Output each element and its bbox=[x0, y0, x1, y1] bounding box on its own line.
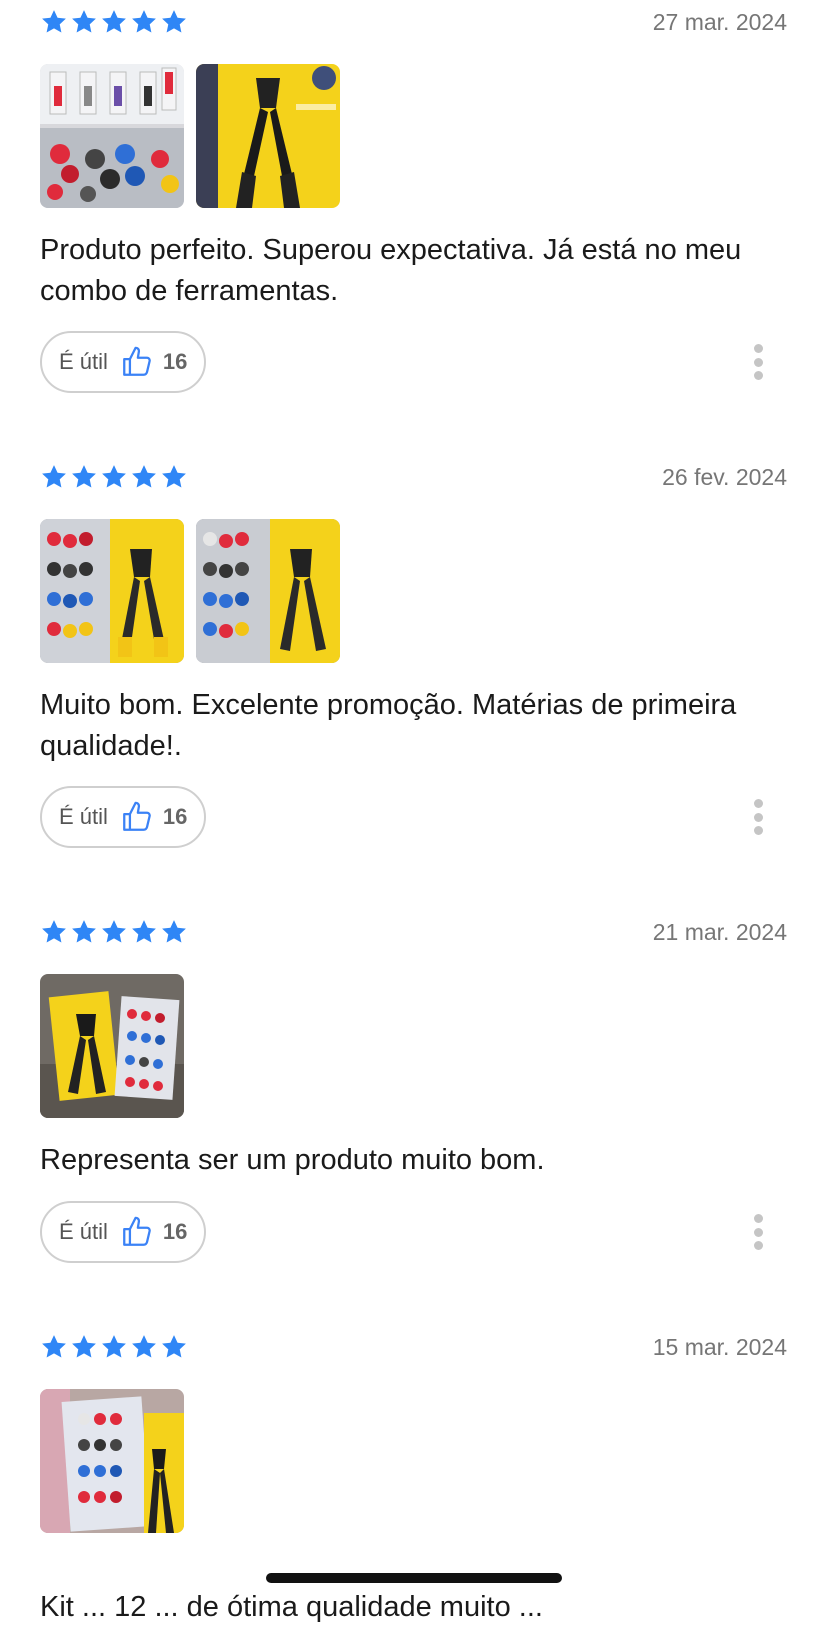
rating-stars bbox=[40, 8, 188, 36]
star-icon bbox=[130, 8, 158, 36]
review-date: 26 fev. 2024 bbox=[662, 464, 787, 490]
helpful-label: É útil bbox=[59, 1219, 108, 1244]
star-icon bbox=[160, 463, 188, 491]
rating-stars bbox=[40, 918, 188, 946]
star-icon bbox=[160, 8, 188, 36]
review-text-partial: Kit ... 12 ... de ótima qualidade muito … bbox=[40, 1591, 543, 1623]
review-photos bbox=[40, 1389, 184, 1533]
thumbs-up-icon bbox=[120, 1215, 154, 1249]
star-icon bbox=[130, 918, 158, 946]
rating-stars bbox=[40, 1333, 188, 1361]
rating-stars bbox=[40, 463, 188, 491]
helpful-count: 16 bbox=[162, 804, 188, 829]
review-photos bbox=[40, 64, 340, 208]
star-icon bbox=[40, 463, 68, 491]
star-icon bbox=[70, 463, 98, 491]
thumbs-up-icon bbox=[120, 345, 154, 379]
review-text: Representa ser um produto muito bom. bbox=[40, 1144, 545, 1176]
star-icon bbox=[70, 918, 98, 946]
star-icon bbox=[100, 918, 128, 946]
helpful-button[interactable]: É útil 16 bbox=[40, 1201, 206, 1263]
helpful-button[interactable]: É útil 16 bbox=[40, 331, 206, 393]
star-icon bbox=[40, 1333, 68, 1361]
helpful-label: É útil bbox=[59, 804, 108, 829]
review-photos bbox=[40, 974, 184, 1118]
home-indicator[interactable] bbox=[266, 1573, 562, 1583]
star-icon bbox=[40, 918, 68, 946]
review-photo[interactable] bbox=[40, 64, 184, 208]
review-photo[interactable] bbox=[40, 1389, 184, 1533]
review-card: 21 mar. 2024 Representa ser um produto m… bbox=[40, 918, 787, 1268]
star-icon bbox=[100, 463, 128, 491]
review-card: 26 fev. 2024 Muito bom. Excelente promoç… bbox=[40, 463, 787, 853]
star-icon bbox=[130, 463, 158, 491]
star-icon bbox=[130, 1333, 158, 1361]
star-icon bbox=[100, 8, 128, 36]
star-icon bbox=[70, 8, 98, 36]
more-vertical-icon[interactable] bbox=[753, 344, 763, 380]
star-icon bbox=[160, 918, 188, 946]
helpful-count: 16 bbox=[162, 349, 188, 374]
review-date: 15 mar. 2024 bbox=[652, 1334, 787, 1360]
helpful-label: É útil bbox=[59, 349, 108, 374]
review-photos bbox=[40, 519, 340, 663]
more-vertical-icon[interactable] bbox=[753, 799, 763, 835]
review-photo[interactable] bbox=[196, 519, 340, 663]
review-photo[interactable] bbox=[40, 974, 184, 1118]
star-icon bbox=[160, 1333, 188, 1361]
thumbs-up-icon bbox=[120, 800, 154, 834]
review-card: 15 mar. 2024 bbox=[40, 1333, 787, 1600]
review-photo[interactable] bbox=[196, 64, 340, 208]
review-text: Produto perfeito. Superou expectativa. J… bbox=[40, 234, 742, 307]
star-icon bbox=[70, 1333, 98, 1361]
helpful-button[interactable]: É útil 16 bbox=[40, 786, 206, 848]
helpful-count: 16 bbox=[162, 1219, 188, 1244]
star-icon bbox=[40, 8, 68, 36]
more-vertical-icon[interactable] bbox=[753, 1214, 763, 1250]
star-icon bbox=[100, 1333, 128, 1361]
review-date: 27 mar. 2024 bbox=[652, 9, 787, 35]
review-date: 21 mar. 2024 bbox=[652, 919, 787, 945]
review-photo[interactable] bbox=[40, 519, 184, 663]
review-text: Muito bom. Excelente promoção. Matérias … bbox=[40, 689, 737, 762]
review-card: 27 mar. 2024 Produto perfeito. Superou e… bbox=[40, 8, 787, 398]
